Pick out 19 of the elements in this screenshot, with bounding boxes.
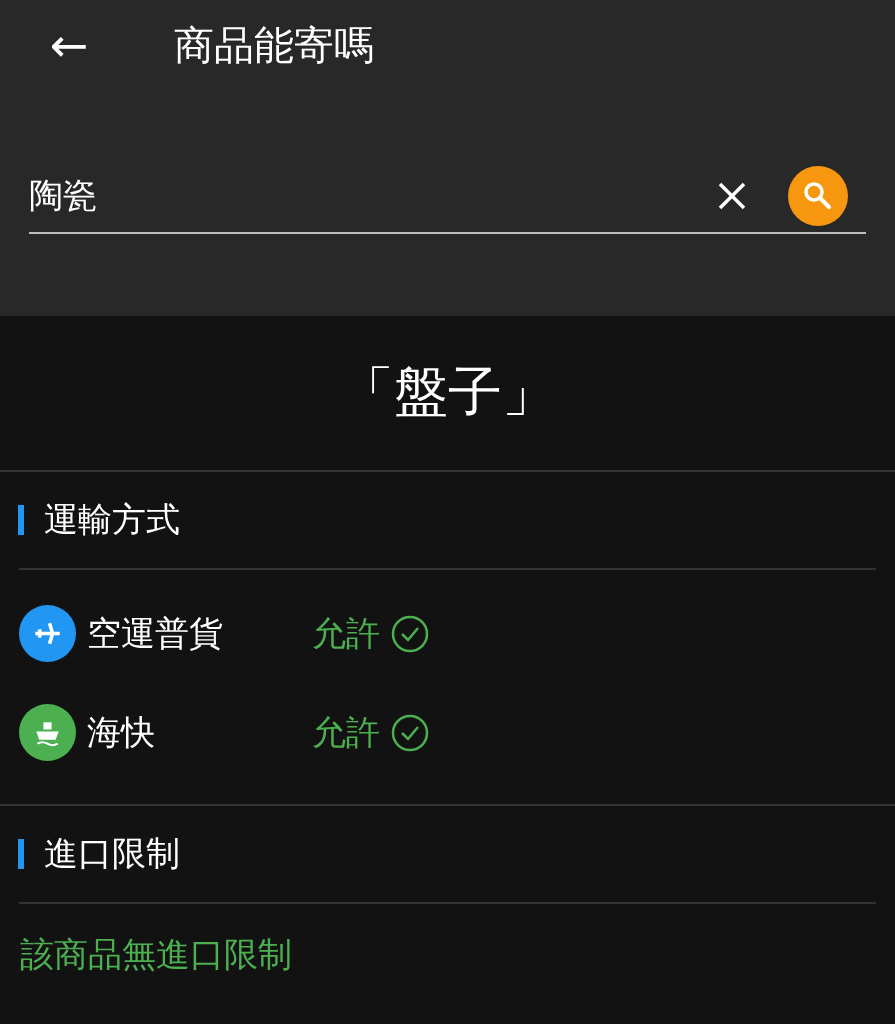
result-title: 「盤子」 [338, 359, 557, 425]
airplane-icon [19, 605, 76, 662]
method-name: 空運普貨 [87, 611, 224, 655]
status-label: 允許 [312, 710, 380, 754]
section-marker [18, 505, 24, 535]
restriction-note: 該商品無進口限制 [19, 933, 293, 976]
section-heading: 進口限制 [44, 832, 180, 875]
section-marker [18, 839, 24, 869]
page-title: 商品能寄嗎 [174, 20, 374, 70]
status-label: 允許 [312, 611, 380, 655]
search-button[interactable] [788, 166, 848, 226]
back-button[interactable]: ← [44, 22, 94, 68]
method-name: 海快 [87, 710, 156, 754]
check-circle-icon [390, 712, 430, 753]
check-circle-icon [390, 613, 430, 654]
close-icon[interactable] [716, 180, 748, 212]
ship-icon [19, 704, 76, 761]
search-field[interactable]: 陶瓷 [29, 176, 716, 216]
section-heading: 運輸方式 [44, 498, 180, 541]
